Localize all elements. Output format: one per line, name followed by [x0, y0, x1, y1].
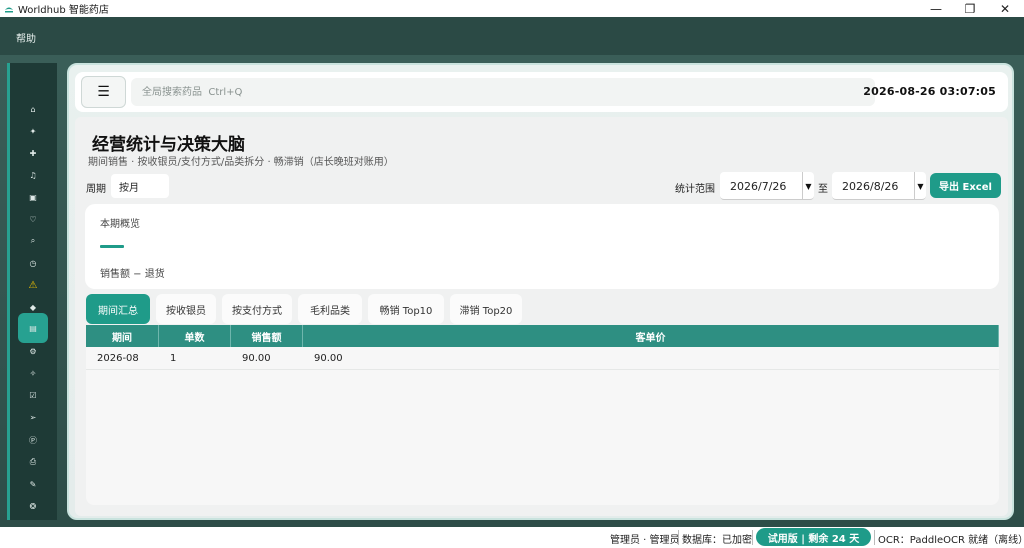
- tab-5[interactable]: 滞销 Top20: [450, 294, 522, 324]
- global-search-input[interactable]: [131, 78, 875, 106]
- table-cell: 90.00: [314, 353, 343, 364]
- menu-bar: 帮助: [0, 17, 1024, 55]
- document-icon[interactable]: ▣: [27, 191, 39, 203]
- status-database: 数据库：已加密: [682, 535, 752, 546]
- app-logo-icon: [4, 4, 14, 14]
- coin-icon[interactable]: Ⓟ: [27, 434, 39, 446]
- tab-0[interactable]: 期间汇总: [86, 294, 150, 324]
- to-label: 至: [818, 184, 828, 195]
- search-icon[interactable]: ⌕: [27, 235, 39, 247]
- status-divider: [874, 530, 875, 545]
- tab-4[interactable]: 畅销 Top10: [368, 294, 444, 324]
- bell-icon[interactable]: ♫: [27, 169, 39, 181]
- main-panel: ☰ 2026-08-26 03:07:05 经营统计与决策大脑 期间销售 · 按…: [67, 63, 1014, 520]
- status-user: 管理员 · 管理员: [610, 535, 680, 546]
- tab-3[interactable]: 毛利品类: [298, 294, 362, 324]
- page-title: 经营统计与决策大脑: [92, 135, 245, 155]
- page-subtitle: 期间销售 · 按收银员/支付方式/品类拆分 · 畅滞销（店长晚班对账用）: [88, 157, 394, 168]
- heart-icon[interactable]: ♡: [27, 213, 39, 225]
- table-cell: 1: [170, 353, 177, 364]
- datetime-display: 2026-08-26 03:07:05: [863, 85, 996, 98]
- pill-icon[interactable]: ✎: [27, 478, 39, 490]
- menu-help[interactable]: 帮助: [16, 30, 36, 45]
- edit-icon[interactable]: ☑: [27, 389, 39, 401]
- column-header[interactable]: 销售额: [231, 325, 303, 347]
- status-divider: [752, 530, 753, 545]
- plus-icon[interactable]: ✚: [27, 147, 39, 159]
- maximize-button[interactable]: ❐: [953, 0, 987, 17]
- top-bar: ☰ 2026-08-26 03:07:05: [75, 72, 1008, 112]
- summary-table: 期间 单数 销售额 客单价 2026-08 1 90.00 90.00: [86, 325, 999, 505]
- tab-1[interactable]: 按收银员: [156, 294, 216, 324]
- stats-content: 经营统计与决策大脑 期间销售 · 按收银员/支付方式/品类拆分 · 畅滞销（店长…: [75, 117, 1008, 516]
- date-to-picker[interactable]: 2026/8/26 ▼: [832, 172, 926, 200]
- trial-badge: 试用版 | 剩余 24 天: [756, 528, 871, 546]
- period-label: 周期: [86, 184, 106, 195]
- chevron-down-icon[interactable]: ▼: [914, 172, 926, 200]
- clock-icon[interactable]: ◷: [27, 257, 39, 269]
- status-divider: [678, 530, 679, 545]
- sidebar: ⌂ ✦ ✚ ♫ ▣ ♡ ⌕ ◷ ⚠ ◆ ▤ ⚙ ✧ ☑ ➢ Ⓟ ⎙ ✎ ❂: [7, 63, 57, 520]
- star-icon[interactable]: ✧: [27, 367, 39, 379]
- overview-card: 本期概览 销售额 − 退货: [85, 204, 999, 289]
- status-bar: 管理员 · 管理员 数据库：已加密 试用版 | 剩余 24 天 OCR：Padd…: [0, 527, 1024, 548]
- settings-icon[interactable]: ❂: [27, 500, 39, 512]
- sparkle-icon[interactable]: ✦: [27, 125, 39, 137]
- overview-title: 本期概览: [100, 219, 140, 230]
- overview-accent-line: [100, 245, 124, 248]
- gear-icon[interactable]: ⚙: [27, 345, 39, 357]
- table-row[interactable]: 2026-08 1 90.00 90.00: [86, 347, 999, 370]
- hamburger-icon: ☰: [97, 84, 110, 100]
- window-title: Worldhub 智能药店: [18, 5, 109, 16]
- date-to-value: 2026/8/26: [842, 180, 899, 193]
- chevron-down-icon[interactable]: ▼: [802, 172, 814, 200]
- tab-2[interactable]: 按支付方式: [222, 294, 292, 324]
- column-header[interactable]: 期间: [86, 325, 159, 347]
- column-header[interactable]: 客单价: [303, 325, 999, 347]
- menu-toggle-button[interactable]: ☰: [81, 76, 126, 108]
- title-bar: Worldhub 智能药店: [0, 0, 1024, 17]
- export-excel-button[interactable]: 导出 Excel: [930, 173, 1001, 198]
- pin-icon[interactable]: ◆: [27, 301, 39, 313]
- date-from-picker[interactable]: 2026/7/26 ▼: [720, 172, 814, 200]
- warning-icon[interactable]: ⚠: [27, 279, 39, 291]
- send-icon[interactable]: ➢: [27, 411, 39, 423]
- table-cell: 90.00: [242, 353, 271, 364]
- stats-icon[interactable]: ▤: [18, 313, 48, 343]
- overview-caption: 销售额 − 退货: [100, 269, 165, 280]
- table-header: 期间 单数 销售额 客单价: [86, 325, 999, 347]
- table-cell: 2026-08: [97, 353, 139, 364]
- period-select[interactable]: 按月: [111, 174, 169, 198]
- date-from-value: 2026/7/26: [730, 180, 787, 193]
- home-icon[interactable]: ⌂: [27, 103, 39, 115]
- minimize-button[interactable]: —: [919, 0, 953, 17]
- printer-icon[interactable]: ⎙: [27, 456, 39, 468]
- column-header[interactable]: 单数: [159, 325, 231, 347]
- close-button[interactable]: ✕: [988, 0, 1022, 17]
- range-label: 统计范围: [675, 184, 715, 195]
- status-ocr: OCR：PaddleOCR 就绪（离线）: [878, 535, 1024, 546]
